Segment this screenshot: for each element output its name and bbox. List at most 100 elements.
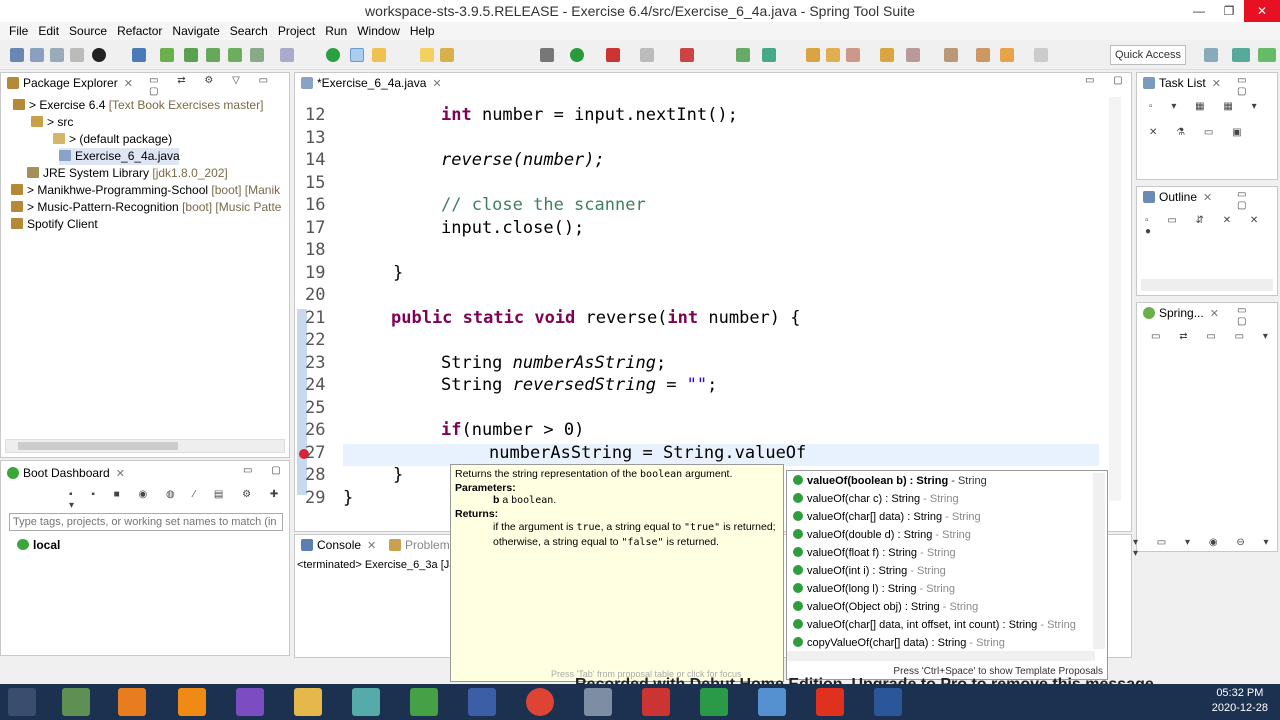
task-toolbar[interactable]: ▫ ▾ ▦ ▦ ▾ xyxy=(1149,101,1265,112)
tree-item-music[interactable]: > Music-Pattern-Recognition [boot] [Musi… xyxy=(11,199,281,216)
debug-icon[interactable] xyxy=(540,48,554,62)
code-line-23[interactable]: String numberAsString; xyxy=(441,353,666,373)
panel-actions[interactable]: ▭ ⇄ ⚙ ▽ ▭ ▢ xyxy=(149,75,289,97)
console-icon[interactable] xyxy=(132,48,146,62)
debug-boot-icon[interactable] xyxy=(228,48,242,62)
system-clock[interactable]: 05:32 PM 2020-12-28 xyxy=(1212,686,1268,716)
toggle-mark-icon[interactable] xyxy=(350,48,364,62)
spring-toolbar[interactable]: ▭ ⇄ ▭ ▭ ▾ xyxy=(1151,331,1276,342)
last-edit-icon[interactable] xyxy=(976,48,990,62)
vlc-app-icon[interactable] xyxy=(178,688,206,716)
maximize-button[interactable]: ❐ xyxy=(1214,0,1244,22)
proposal-item[interactable]: valueOf(long l) : String - String xyxy=(793,580,955,598)
editor-min-max[interactable]: ▭ ▢ xyxy=(1085,75,1131,86)
code-line-16[interactable]: // close the scanner xyxy=(441,195,646,215)
vertical-scrollbar[interactable] xyxy=(1109,97,1121,501)
proposal-item[interactable]: valueOf(char[] data, int offset, int cou… xyxy=(793,616,1076,634)
spring-perspective-icon[interactable] xyxy=(1258,48,1276,62)
open-perspective-icon[interactable] xyxy=(1204,48,1218,62)
code-line-12[interactable]: int number = input.nextInt(); xyxy=(441,105,738,125)
close-tab-icon[interactable]: ✕ xyxy=(116,468,125,480)
start-icon[interactable] xyxy=(206,48,220,62)
spring-icon[interactable] xyxy=(160,48,174,62)
outline-toolbar[interactable]: ▫ ▭ ⇵ ✕ ✕ ● xyxy=(1145,215,1277,237)
new-java-project-icon[interactable] xyxy=(736,48,750,62)
notepad-app-icon[interactable] xyxy=(410,688,438,716)
chrome-icon[interactable] xyxy=(526,688,554,716)
annotation-icon[interactable] xyxy=(440,48,454,62)
start-icon[interactable] xyxy=(8,688,36,716)
close-button[interactable]: ✕ xyxy=(1244,0,1280,22)
tree-item-project[interactable]: > Exercise 6.4 [Text Book Exercises mast… xyxy=(13,97,263,114)
edit-icon[interactable] xyxy=(420,48,434,62)
proposal-item[interactable]: valueOf(char c) : String - String xyxy=(793,490,959,508)
menu-project[interactable]: Project xyxy=(278,24,315,38)
next-annotation-icon[interactable] xyxy=(906,48,920,62)
tab-package-explorer[interactable]: Package Explorer ✕ xyxy=(1,73,161,93)
forward-icon[interactable] xyxy=(1034,48,1048,62)
outline-scrollbar[interactable] xyxy=(1141,279,1273,291)
word-app-icon[interactable] xyxy=(874,688,902,716)
menu-file[interactable]: File xyxy=(9,24,28,38)
menu-refactor[interactable]: Refactor xyxy=(117,24,162,38)
refresh-icon[interactable] xyxy=(184,48,198,62)
proposals-scrollbar[interactable] xyxy=(1093,473,1105,649)
task-icon[interactable] xyxy=(880,48,894,62)
new-package-icon[interactable] xyxy=(762,48,776,62)
utorrent-icon[interactable] xyxy=(700,688,728,716)
proposal-item[interactable]: valueOf(boolean b) : String - String xyxy=(793,472,987,490)
save-all-icon[interactable] xyxy=(50,48,64,62)
minimize-button[interactable]: — xyxy=(1184,0,1214,22)
close-tab-icon[interactable]: ✕ xyxy=(1203,192,1212,204)
pen-icon[interactable] xyxy=(846,48,860,62)
menu-run[interactable]: Run xyxy=(325,24,347,38)
proposals-hscrollbar[interactable] xyxy=(787,651,1095,661)
open-icon[interactable] xyxy=(280,48,294,62)
proposal-item[interactable]: valueOf(float f) : String - String xyxy=(793,544,956,562)
game-app-icon[interactable] xyxy=(352,688,380,716)
proposal-item[interactable]: valueOf(int i) : String - String xyxy=(793,562,946,580)
prev-annotation-icon[interactable] xyxy=(944,48,958,62)
java-perspective-icon[interactable] xyxy=(1232,48,1250,62)
close-tab-icon[interactable]: ✕ xyxy=(1210,308,1219,320)
tab-outline[interactable]: Outline ✕ xyxy=(1137,187,1217,207)
code-line-28[interactable]: } xyxy=(393,465,403,485)
tab-console[interactable]: Console ✕ xyxy=(295,535,377,555)
code-line-21[interactable]: public static void reverse(int number) { xyxy=(391,308,801,328)
close-tab-icon[interactable]: ✕ xyxy=(367,540,376,552)
code-line-19[interactable]: } xyxy=(393,263,403,283)
open-type-icon[interactable] xyxy=(806,48,820,62)
proposal-item[interactable]: valueOf(Object obj) : String - String xyxy=(793,598,978,616)
task-toolbar-2[interactable]: ✕ ⚗ ▭ ▣ xyxy=(1149,127,1250,138)
menu-edit[interactable]: Edit xyxy=(38,24,59,38)
code-line-29[interactable]: } xyxy=(343,488,353,508)
box-app-icon[interactable] xyxy=(758,688,786,716)
recorder-app-icon[interactable] xyxy=(642,688,670,716)
print-icon[interactable] xyxy=(70,48,84,62)
filter-input[interactable] xyxy=(9,513,283,531)
boot-icon[interactable] xyxy=(92,48,106,62)
run-icon[interactable] xyxy=(570,48,584,62)
tree-item-manikhwe[interactable]: > Manikhwe-Programming-School [boot] [Ma… xyxy=(11,182,280,199)
quick-access-input[interactable]: Quick Access xyxy=(1110,45,1186,65)
code-line-17[interactable]: input.close(); xyxy=(441,218,584,238)
proposal-item[interactable]: valueOf(double d) : String - String xyxy=(793,526,971,544)
code-line-27[interactable]: numberAsString = String.valueOf xyxy=(489,443,806,463)
save-icon[interactable] xyxy=(30,48,44,62)
highlight-icon[interactable] xyxy=(372,48,386,62)
spring-boot-icon[interactable] xyxy=(326,48,340,62)
tree-item-jre[interactable]: JRE System Library [jdk1.8.0_202] xyxy=(27,165,228,182)
code-line-24[interactable]: String reversedString = ""; xyxy=(441,375,717,395)
tab-editor-file[interactable]: *Exercise_6_4a.java ✕ xyxy=(295,73,442,93)
proposal-item[interactable]: valueOf(char[] data) : String - String xyxy=(793,508,981,526)
boot-toolbar[interactable]: ▪ ▪ ■ ◉ ◍ ⁄ ▤ ⚙ ✚ ▾ xyxy=(69,489,289,511)
tree-item-spotify[interactable]: Spotify Client xyxy=(11,216,98,233)
code-line-26[interactable]: if(number > 0) xyxy=(441,420,584,440)
proposal-item[interactable]: copyValueOf(char[] data) : String - Stri… xyxy=(793,634,1005,652)
stop-process-icon[interactable] xyxy=(640,48,654,62)
office-app-icon[interactable] xyxy=(816,688,844,716)
sts-app-icon[interactable] xyxy=(62,688,90,716)
close-tab-icon[interactable]: ✕ xyxy=(432,78,441,90)
close-tab-icon[interactable]: ✕ xyxy=(124,78,133,90)
media-app-icon[interactable] xyxy=(118,688,146,716)
